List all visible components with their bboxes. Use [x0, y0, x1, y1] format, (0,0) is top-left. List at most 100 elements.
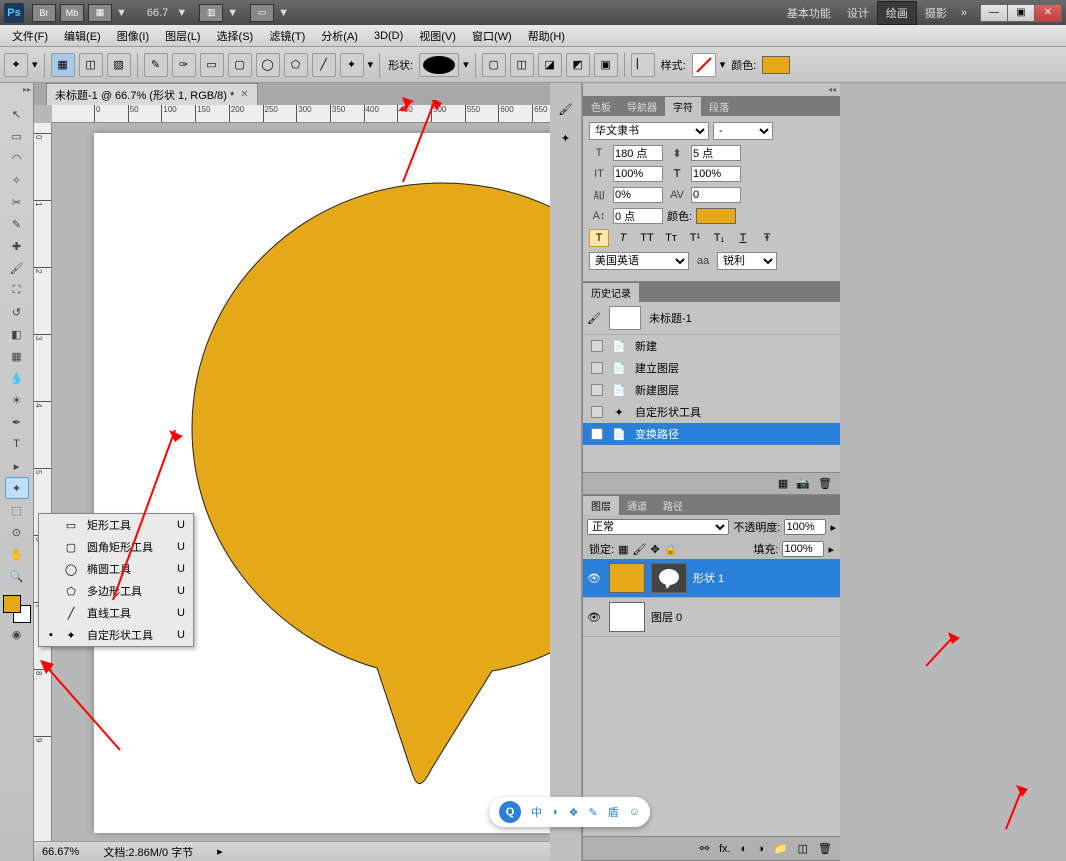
foreground-color[interactable]: [3, 595, 21, 613]
layer-thumbnail[interactable]: [609, 563, 645, 593]
workspace-photography[interactable]: 摄影: [917, 2, 955, 24]
floating-toolbar[interactable]: Q 中 ◗ ❖ ✎ 盾 ☺: [489, 797, 650, 827]
fill-slider-icon[interactable]: ▸: [828, 543, 834, 556]
pill-logo-icon[interactable]: Q: [499, 801, 521, 823]
dropdown-icon[interactable]: ▼: [176, 7, 187, 19]
blur-tool[interactable]: 💧: [5, 367, 29, 389]
menu-select[interactable]: 选择(S): [209, 25, 262, 47]
workspace-design[interactable]: 设计: [839, 2, 877, 24]
text-color-swatch[interactable]: [696, 208, 736, 224]
lock-position-icon[interactable]: ✥: [650, 543, 659, 556]
shape-layers-icon[interactable]: ▦: [51, 53, 75, 77]
eraser-tool[interactable]: ◧: [5, 323, 29, 345]
polygon-icon[interactable]: ⬠: [284, 53, 308, 77]
canvas[interactable]: [94, 133, 550, 833]
custom-shape-icon[interactable]: ✦: [340, 53, 364, 77]
strikethrough-button[interactable]: Ŧ: [757, 229, 777, 247]
screen-mode-button[interactable]: ▦: [88, 4, 112, 22]
font-family-select[interactable]: 华文隶书: [589, 122, 709, 140]
freeform-pen-icon[interactable]: ✑: [172, 53, 196, 77]
tab-swatches[interactable]: 色板: [583, 97, 619, 116]
tracking-input[interactable]: [691, 187, 741, 203]
layer-thumbnail[interactable]: [609, 602, 645, 632]
status-zoom[interactable]: 66.67%: [42, 846, 79, 858]
kerning-input[interactable]: [613, 187, 663, 203]
quickmask-tool[interactable]: ◉: [5, 623, 29, 645]
tab-channels[interactable]: 通道: [619, 496, 655, 515]
snapshot-brush-icon[interactable]: 🖌: [587, 312, 601, 325]
underline-button[interactable]: T: [733, 229, 753, 247]
font-size-input[interactable]: [613, 145, 663, 161]
pill-item[interactable]: ✎: [589, 806, 598, 819]
fill-pixels-icon[interactable]: ▨: [107, 53, 131, 77]
bridge-button[interactable]: Br: [32, 4, 56, 22]
paths-icon[interactable]: ◫: [79, 53, 103, 77]
arrange-button[interactable]: ▭: [250, 4, 274, 22]
lock-transparency-icon[interactable]: ▦: [618, 543, 628, 556]
smallcaps-button[interactable]: Tᴛ: [661, 229, 681, 247]
lock-all-icon[interactable]: 🔒: [664, 543, 678, 556]
flyout-line[interactable]: ╱直线工具U: [39, 602, 193, 624]
new-layer-icon[interactable]: ◫: [798, 842, 808, 855]
tab-history[interactable]: 历史记录: [583, 283, 639, 302]
visibility-icon[interactable]: 👁: [587, 572, 603, 585]
color-picker[interactable]: [762, 56, 790, 74]
antialias-select[interactable]: 锐利: [717, 252, 777, 270]
vscale-input[interactable]: [613, 166, 663, 182]
menu-3d[interactable]: 3D(D): [366, 27, 411, 45]
menu-file[interactable]: 文件(F): [4, 25, 56, 47]
history-item[interactable]: 📄新建: [583, 335, 840, 357]
window-minimize-button[interactable]: —: [980, 4, 1008, 22]
adjustment-layer-icon[interactable]: ◑: [757, 843, 764, 855]
marquee-tool[interactable]: ▭: [5, 125, 29, 147]
eyedropper-tool[interactable]: ✎: [5, 213, 29, 235]
menu-analysis[interactable]: 分析(A): [313, 25, 366, 47]
history-item[interactable]: 📄新建图层: [583, 379, 840, 401]
allcaps-button[interactable]: TT: [637, 229, 657, 247]
path-op-new-icon[interactable]: ▢: [482, 53, 506, 77]
tab-navigator[interactable]: 导航器: [619, 97, 665, 116]
rounded-rect-icon[interactable]: ▢: [228, 53, 252, 77]
dodge-tool[interactable]: ☀: [5, 389, 29, 411]
ruler-horizontal[interactable]: 0501001502002503003504004505005506006507…: [52, 105, 550, 123]
move-tool[interactable]: ↖: [5, 103, 29, 125]
menu-edit[interactable]: 编辑(E): [56, 25, 109, 47]
line-icon[interactable]: ╱: [312, 53, 336, 77]
ruler-vertical[interactable]: 0123456789: [34, 123, 52, 841]
pill-item[interactable]: ☺: [629, 806, 640, 818]
opacity-input[interactable]: [784, 519, 826, 535]
hand-tool[interactable]: ✋: [5, 543, 29, 565]
view-extras-button[interactable]: ▥: [199, 4, 223, 22]
workspace-essentials[interactable]: 基本功能: [779, 2, 839, 24]
layer-mask-icon[interactable]: ◐: [741, 843, 748, 855]
tab-paths[interactable]: 路径: [655, 496, 691, 515]
type-tool[interactable]: T: [5, 433, 29, 455]
flyout-polygon[interactable]: ⬠多边形工具U: [39, 580, 193, 602]
link-layers-icon[interactable]: ⚯: [700, 842, 709, 855]
dropdown-icon[interactable]: ▼: [278, 7, 289, 19]
subscript-button[interactable]: T₁: [709, 229, 729, 247]
menu-image[interactable]: 图像(I): [109, 25, 157, 47]
workspace-painting[interactable]: 绘画: [877, 1, 917, 25]
dropdown-icon[interactable]: ▼: [227, 7, 238, 19]
dropdown-icon[interactable]: ▾: [32, 58, 38, 71]
shape-tool[interactable]: ✦: [5, 477, 29, 499]
3d-tool[interactable]: ⬚: [5, 499, 29, 521]
rectangle-icon[interactable]: ▭: [200, 53, 224, 77]
pill-item[interactable]: 盾: [608, 804, 619, 820]
vector-mask-thumbnail[interactable]: [651, 563, 687, 593]
tab-layers[interactable]: 图层: [583, 496, 619, 515]
new-doc-from-state-icon[interactable]: ▦: [778, 477, 788, 490]
healing-tool[interactable]: ✚: [5, 235, 29, 257]
tool-preset-icon[interactable]: ✦: [4, 53, 28, 77]
style-picker[interactable]: [692, 53, 716, 77]
history-brush-tool[interactable]: ↺: [5, 301, 29, 323]
menu-filter[interactable]: 滤镜(T): [261, 25, 313, 47]
color-tools[interactable]: [3, 595, 31, 623]
hscale-input[interactable]: [691, 166, 741, 182]
pen-icon[interactable]: ✎: [144, 53, 168, 77]
blend-mode-select[interactable]: 正常: [587, 519, 729, 535]
tool-presets-icon[interactable]: ✦: [561, 132, 570, 145]
menu-help[interactable]: 帮助(H): [520, 25, 573, 47]
superscript-button[interactable]: T¹: [685, 229, 705, 247]
